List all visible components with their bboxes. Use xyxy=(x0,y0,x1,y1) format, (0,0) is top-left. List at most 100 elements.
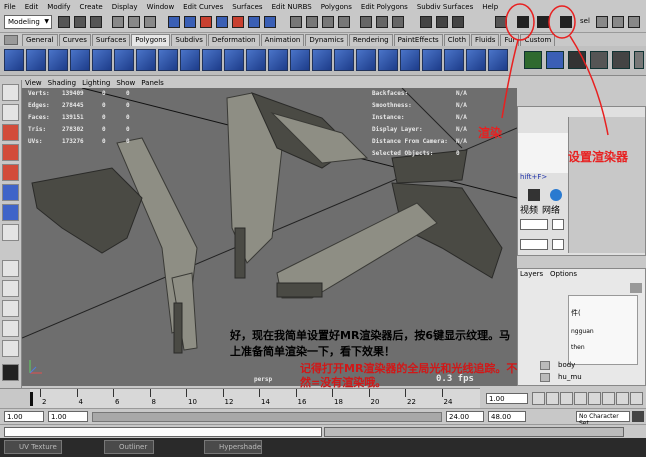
time-slider[interactable]: 2 4 6 8 10 12 14 16 18 20 22 24 xyxy=(0,388,480,409)
polygon-tool-icon-9[interactable] xyxy=(180,49,200,71)
playback-start-field[interactable]: 1.00 xyxy=(48,411,88,422)
tab-deformation[interactable]: Deformation xyxy=(207,34,260,46)
rotate-tool-icon[interactable] xyxy=(2,164,19,181)
output-ops-icon[interactable] xyxy=(392,16,404,28)
video-icon[interactable] xyxy=(528,189,540,201)
polygon-tool-icon-7[interactable] xyxy=(136,49,156,71)
key-icon[interactable] xyxy=(632,411,644,422)
layout-four-icon[interactable] xyxy=(2,280,19,297)
move-tool-icon[interactable] xyxy=(2,144,19,161)
new-scene-icon[interactable] xyxy=(58,16,70,28)
snap-point-icon[interactable] xyxy=(322,16,334,28)
tab-cloth[interactable]: Cloth xyxy=(443,34,471,46)
mask-curve-icon[interactable] xyxy=(184,16,196,28)
polygon-tool-icon-18[interactable] xyxy=(378,49,398,71)
polygon-tool-icon-10[interactable] xyxy=(202,49,222,71)
polygon-tool-icon-19[interactable] xyxy=(400,49,420,71)
tab-dynamics[interactable]: Dynamics xyxy=(305,34,348,46)
save-scene-icon[interactable] xyxy=(90,16,102,28)
layer-visibility-2[interactable] xyxy=(540,373,550,382)
snap-view-icon[interactable] xyxy=(338,16,350,28)
layout-outliner-icon[interactable] xyxy=(2,320,19,337)
panel-menu-show[interactable]: Show xyxy=(116,79,135,87)
menu-item-edit-nurbs[interactable]: Edit NURBS xyxy=(272,3,312,11)
character-set-menu[interactable]: No Character Set xyxy=(576,411,630,427)
menu-item-edit-curves[interactable]: Edit Curves xyxy=(183,3,223,11)
polygon-tool-icon-20[interactable] xyxy=(422,49,442,71)
snap-curve-icon[interactable] xyxy=(306,16,318,28)
mask-misc-icon[interactable] xyxy=(264,16,276,28)
menu-item-surfaces[interactable]: Surfaces xyxy=(232,3,262,11)
polygon-tool-icon-2[interactable] xyxy=(26,49,46,71)
polygon-tool-icon-1[interactable] xyxy=(4,49,24,71)
options-tab[interactable]: Options xyxy=(550,270,577,278)
shelf-menu-icon[interactable] xyxy=(4,35,18,45)
polygon-tool-icon-12[interactable] xyxy=(246,49,266,71)
step-forward-button[interactable] xyxy=(616,392,629,405)
layout-graph-icon[interactable] xyxy=(2,340,19,357)
mask-surface-icon[interactable] xyxy=(200,16,212,28)
snap-grid-icon[interactable] xyxy=(290,16,302,28)
polygon-tool-icon-5[interactable] xyxy=(92,49,112,71)
layers-tab[interactable]: Layers xyxy=(520,270,543,278)
go-start-button[interactable] xyxy=(532,392,545,405)
polygon-tool-icon-16[interactable] xyxy=(334,49,354,71)
current-frame-field[interactable]: 1.00 xyxy=(486,393,528,404)
attribute-icon[interactable] xyxy=(436,16,448,28)
tab-polygons[interactable]: Polygons xyxy=(131,34,171,46)
tab-curves[interactable]: Curves xyxy=(58,34,91,46)
paint-select-icon[interactable] xyxy=(2,124,19,141)
task-outliner[interactable]: Outliner xyxy=(104,440,154,454)
panel-menu-shading[interactable]: Shading xyxy=(48,79,76,87)
menu-item-modify[interactable]: Modify xyxy=(47,3,70,11)
playback-end-field[interactable]: 24.00 xyxy=(446,411,484,422)
menu-item-subdiv-surfaces[interactable]: Subdiv Surfaces xyxy=(417,3,473,11)
select-component-icon[interactable] xyxy=(144,16,156,28)
panel-menu-panels[interactable]: Panels xyxy=(141,79,164,87)
construction-history-icon[interactable] xyxy=(420,16,432,28)
menu-item-file[interactable]: File xyxy=(4,3,16,11)
command-input[interactable] xyxy=(4,427,322,437)
end-time-field[interactable]: 48.00 xyxy=(488,411,526,422)
panel-menu-view[interactable]: View xyxy=(25,79,42,87)
panel-menu-lighting[interactable]: Lighting xyxy=(82,79,110,87)
layout-two-icon[interactable] xyxy=(2,300,19,317)
dialog-button-1[interactable] xyxy=(552,219,564,230)
polygon-tool-icon-14[interactable] xyxy=(290,49,310,71)
menu-item-create[interactable]: Create xyxy=(79,3,102,11)
polygon-tool-icon-6[interactable] xyxy=(114,49,134,71)
select-object-icon[interactable] xyxy=(128,16,140,28)
last-tool-icon[interactable] xyxy=(2,224,19,241)
mode-selector[interactable]: Modeling xyxy=(4,15,52,29)
polygon-tool-icon-3[interactable] xyxy=(48,49,68,71)
select-hierarchy-icon[interactable] xyxy=(112,16,124,28)
mask-render-icon[interactable] xyxy=(248,16,260,28)
tab-surfaces[interactable]: Surfaces xyxy=(91,34,131,46)
dialog-button-2[interactable] xyxy=(552,239,564,250)
select-tool-icon[interactable] xyxy=(2,84,19,101)
polygon-tool-icon-21[interactable] xyxy=(444,49,464,71)
tab-general[interactable]: General xyxy=(22,34,58,46)
mask-deform-icon[interactable] xyxy=(216,16,228,28)
task-hypershade[interactable]: Hypershade xyxy=(204,440,262,454)
play-back-button[interactable] xyxy=(574,392,587,405)
tab-painteffects[interactable]: PaintEffects xyxy=(393,34,443,46)
step-back-button[interactable] xyxy=(546,392,559,405)
layer-new-icon[interactable] xyxy=(630,283,642,293)
dialog-field-2[interactable] xyxy=(520,239,548,250)
layer-row-hu-mu[interactable]: hu_mu xyxy=(558,373,582,381)
start-time-field[interactable]: 1.00 xyxy=(4,411,44,422)
menu-item-edit[interactable]: Edit xyxy=(25,3,39,11)
polygon-tool-icon-17[interactable] xyxy=(356,49,376,71)
menu-item-edit-polygons[interactable]: Edit Polygons xyxy=(361,3,408,11)
tab-rendering[interactable]: Rendering xyxy=(348,34,393,46)
play-forward-button[interactable] xyxy=(588,392,601,405)
list-icon[interactable] xyxy=(452,16,464,28)
lasso-tool-icon[interactable] xyxy=(2,104,19,121)
key-forward-button[interactable] xyxy=(602,392,615,405)
polygon-tool-icon-11[interactable] xyxy=(224,49,244,71)
menu-item-polygons[interactable]: Polygons xyxy=(321,3,352,11)
history-icon[interactable] xyxy=(360,16,372,28)
layout-single-icon[interactable] xyxy=(2,260,19,277)
mask-joint-icon[interactable] xyxy=(168,16,180,28)
